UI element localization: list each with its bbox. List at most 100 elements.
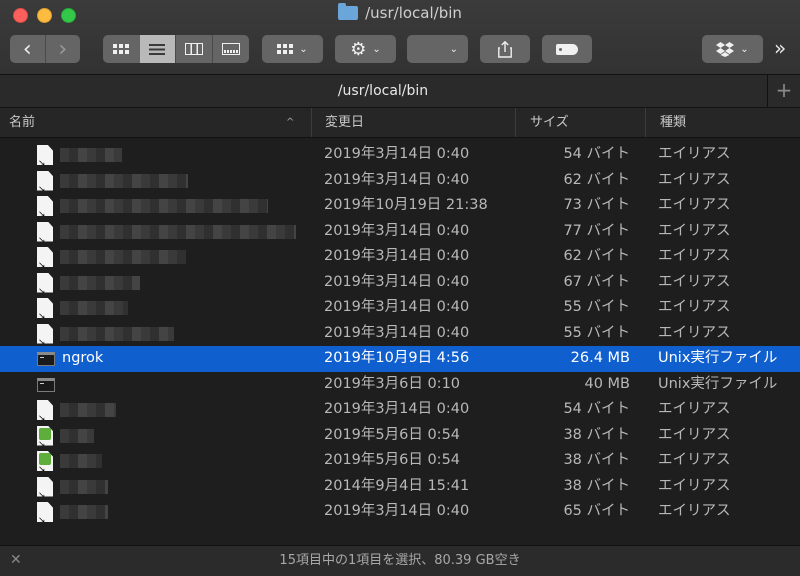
alias-doc-icon [37, 502, 53, 522]
file-row[interactable]: 2019年3月14日 0:40 62 バイト エイリアス [0, 244, 800, 270]
file-kind: エイリアス [658, 401, 731, 417]
file-row[interactable]: 2019年3月14日 0:40 62 バイト エイリアス [0, 168, 800, 194]
column-header-date-label: 変更日 [325, 115, 365, 130]
window-title-text: /usr/local/bin [365, 4, 462, 22]
chevron-double-right-icon: » [774, 36, 787, 60]
file-kind: エイリアス [658, 299, 731, 315]
alias-doc-icon [37, 272, 53, 293]
alias-doc-icon [37, 145, 53, 165]
file-kind: エイリアス [658, 248, 731, 264]
status-bar: ✕ 15項目中の1項目を選択、80.39 GB空き [0, 545, 800, 576]
alias-doc-icon [37, 221, 53, 242]
file-row[interactable]: 2019年3月14日 0:40 55 バイト エイリアス [0, 321, 800, 347]
column-header-name-label: 名前 [9, 115, 36, 130]
file-row[interactable]: 2019年10月19日 21:38 73 バイト エイリアス [0, 193, 800, 219]
file-date: 2019年3月14日 0:40 [324, 273, 470, 290]
sort-ascending-icon: ^ [286, 117, 295, 128]
file-kind: エイリアス [658, 197, 731, 213]
column-header-date[interactable]: 変更日 [311, 108, 514, 137]
alias-doc-icon [37, 298, 53, 318]
tag-button[interactable] [542, 35, 592, 63]
file-kind: エイリアス [658, 324, 731, 341]
toolbar-overflow-button[interactable]: » [774, 34, 786, 62]
folder-icon [338, 3, 359, 20]
column-header-kind[interactable]: 種類 [645, 108, 800, 137]
status-text: 15項目中の1項目を選択、80.39 GB空き [279, 553, 521, 568]
terminal-exec-icon [37, 352, 55, 366]
redacted-file-name [60, 275, 140, 290]
redacted-file-name [60, 454, 102, 468]
chevron-down-icon: ⌄ [299, 43, 308, 55]
file-date: 2019年5月6日 0:54 [324, 426, 461, 443]
file-date: 2019年3月14日 0:40 [324, 401, 470, 417]
file-kind: エイリアス [658, 503, 731, 519]
file-row[interactable]: 2019年5月6日 0:54 38 バイト エイリアス [0, 423, 800, 449]
file-date: 2019年3月14日 0:40 [324, 299, 470, 315]
file-size: 77 バイト [563, 222, 630, 239]
terminal-exec-icon [37, 377, 55, 392]
file-date: 2019年5月6日 0:54 [324, 452, 461, 468]
file-date: 2014年9月4日 15:41 [324, 477, 470, 494]
group-icon [277, 44, 294, 54]
file-size: 73 バイト [563, 197, 630, 213]
file-date: 2019年3月14日 0:40 [324, 171, 470, 188]
icon-view-button[interactable] [103, 35, 140, 63]
dropbox-button[interactable]: ⌄ [702, 35, 763, 63]
file-date: 2019年3月14日 0:40 [324, 503, 470, 519]
add-tab-button[interactable]: + [767, 75, 800, 107]
file-row[interactable]: 2019年3月14日 0:40 67 バイト エイリアス [0, 270, 800, 296]
file-row[interactable]: ngrok 2019年10月9日 4:56 26.4 MB Unix実行ファイル [0, 346, 800, 372]
file-size: 62 バイト [563, 248, 630, 264]
action-button[interactable]: ⚙ ⌄ [335, 35, 396, 63]
column-header-name[interactable]: 名前 [9, 108, 309, 137]
alias-script-icon [37, 425, 53, 446]
file-size: 62 バイト [563, 171, 630, 188]
group-button[interactable]: ⌄ [262, 35, 323, 63]
file-size: 26.4 MB [570, 350, 630, 366]
file-row[interactable]: 2014年9月4日 15:41 38 バイト エイリアス [0, 474, 800, 500]
file-size: 38 バイト [563, 477, 630, 494]
title-bar: /usr/local/bin ‹ › ⌄ ⚙ ⌄ ⌄ ⌄ » [0, 0, 800, 75]
file-date: 2019年3月14日 0:40 [324, 146, 470, 162]
file-size: 38 バイト [563, 426, 630, 443]
gallery-view-button[interactable] [211, 35, 250, 63]
plus-icon: + [775, 78, 793, 102]
file-kind: エイリアス [658, 146, 731, 162]
file-row[interactable]: 2019年3月14日 0:40 54 バイト エイリアス [0, 142, 800, 168]
file-row[interactable]: 2019年3月14日 0:40 77 バイト エイリアス [0, 219, 800, 245]
file-size: 55 バイト [563, 299, 630, 315]
file-kind: エイリアス [658, 426, 731, 443]
file-list: 2019年3月14日 0:4054 バイトエイリアス2019年3月14日 0:4… [0, 142, 800, 525]
file-row[interactable]: 2019年3月14日 0:40 65 バイト エイリアス [0, 499, 800, 525]
redacted-file-name [60, 326, 174, 341]
share-button[interactable] [480, 35, 530, 63]
file-date: 2019年3月14日 0:40 [324, 248, 470, 264]
file-date: 2019年10月9日 4:56 [324, 350, 470, 366]
file-date: 2019年10月19日 21:38 [324, 197, 488, 213]
forward-button[interactable]: › [44, 35, 81, 63]
column-header-size[interactable]: サイズ [515, 108, 645, 137]
file-row[interactable]: 2019年5月6日 0:54 38 バイト エイリアス [0, 448, 800, 474]
chevron-left-icon: ‹ [22, 36, 32, 62]
path-tab-title[interactable]: /usr/local/bin [0, 75, 766, 107]
alias-doc-icon [37, 400, 53, 420]
column-view-button[interactable] [175, 35, 212, 63]
list-icon [149, 43, 166, 55]
back-button[interactable]: ‹ [10, 35, 45, 63]
file-kind: エイリアス [658, 452, 731, 468]
file-size: 38 バイト [563, 452, 630, 468]
list-view-button[interactable] [139, 35, 175, 63]
alias-doc-icon [37, 476, 53, 497]
window-title: /usr/local/bin [0, 3, 800, 22]
alias-doc-icon [37, 196, 53, 216]
file-size: 54 バイト [563, 401, 630, 417]
toolbar-dropdown[interactable]: ⌄ [407, 35, 468, 63]
column-header-size-label: サイズ [530, 115, 569, 130]
redacted-file-name [60, 479, 108, 494]
file-row[interactable]: 2019年3月14日 0:40 55 バイト エイリアス [0, 295, 800, 321]
file-row[interactable]: 2019年3月14日 0:40 54 バイト エイリアス [0, 397, 800, 423]
file-row[interactable]: 2019年3月6日 0:10 40 MB Unix実行ファイル [0, 372, 800, 398]
file-kind: エイリアス [658, 171, 731, 188]
redacted-file-name [60, 301, 128, 315]
alias-script-icon [37, 451, 53, 471]
